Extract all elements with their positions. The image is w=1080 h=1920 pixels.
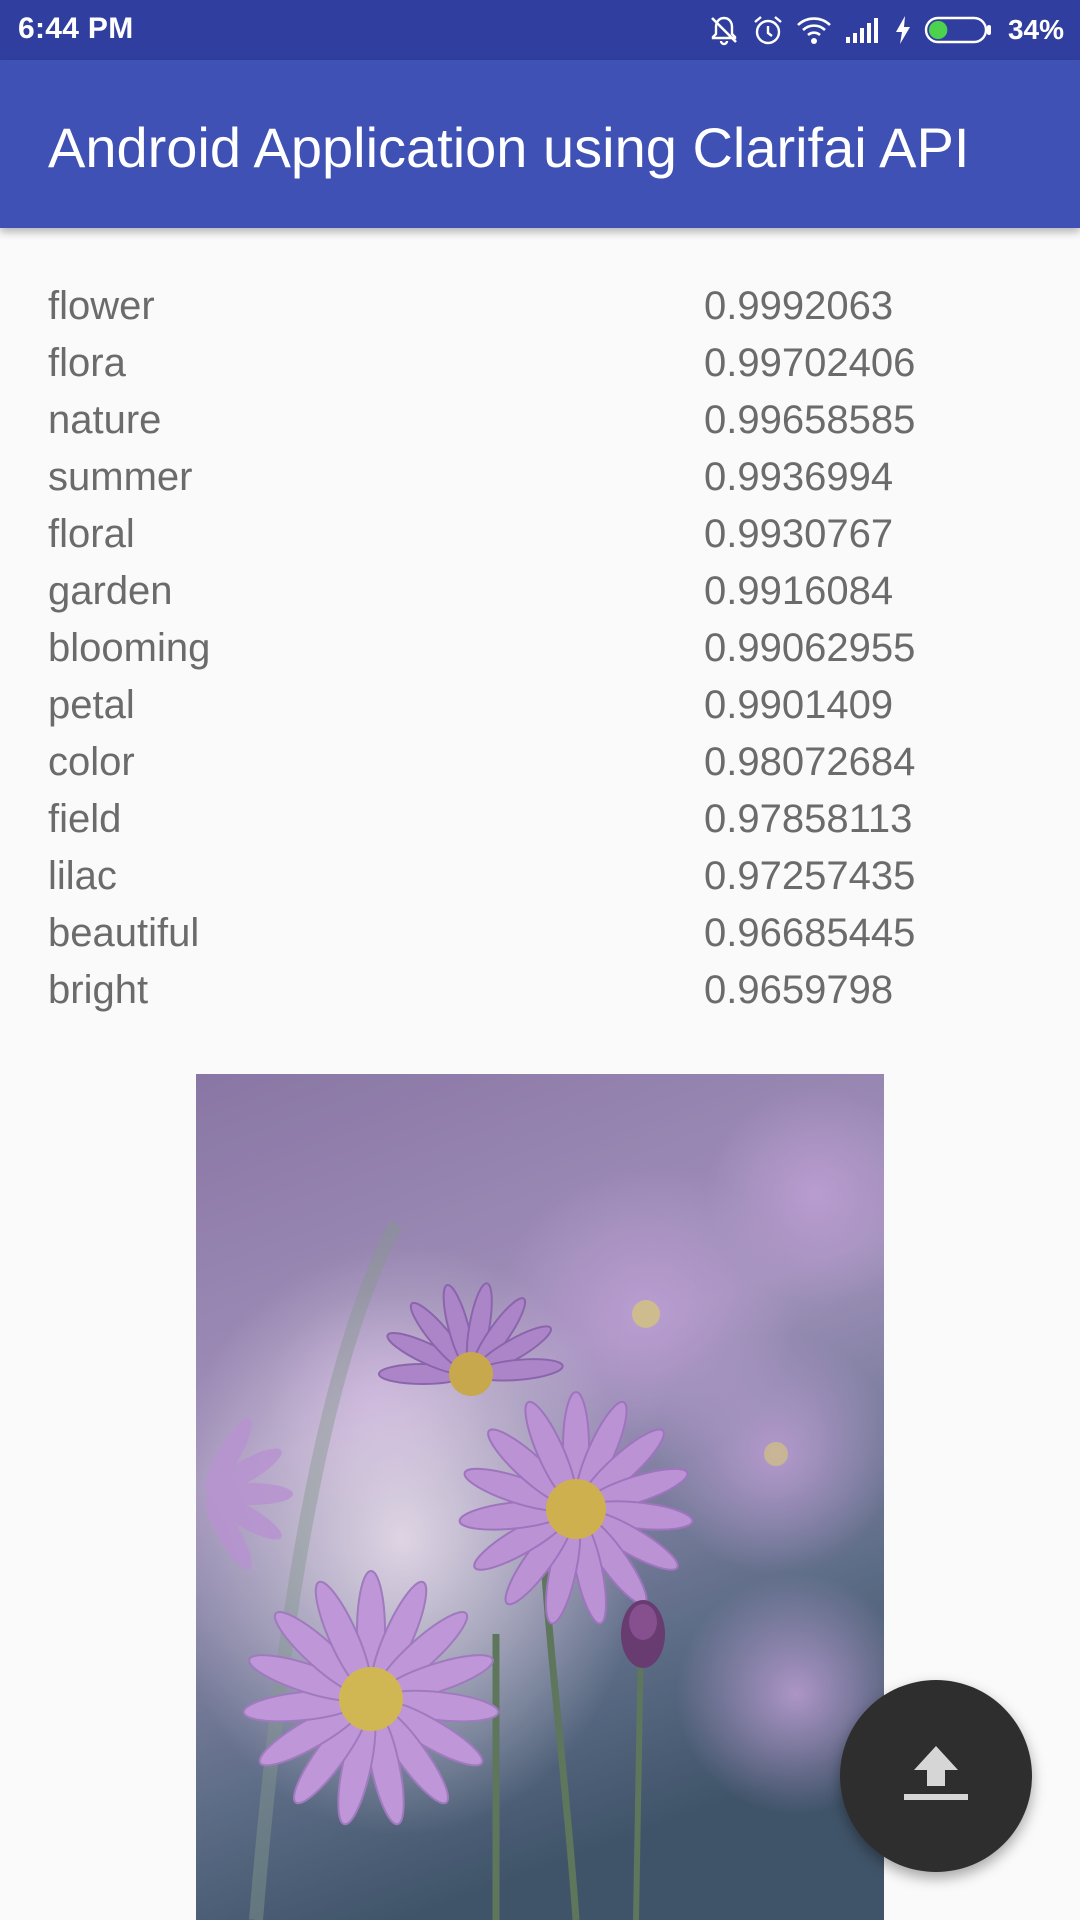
status-time: 6:44 PM: [18, 12, 134, 45]
flower-photo: [196, 1074, 884, 1920]
tag-confidence: 0.97257435: [704, 854, 916, 898]
tag-name: flora: [48, 341, 126, 385]
tag-name: nature: [48, 398, 162, 442]
tag-row: summer 0.9936994: [0, 449, 1080, 506]
tag-confidence: 0.99062955: [704, 626, 916, 670]
tag-name: blooming: [48, 626, 211, 670]
tag-confidence: 0.9930767: [704, 512, 894, 556]
tag-row: floral 0.9930767: [0, 506, 1080, 563]
tag-confidence: 0.9936994: [704, 455, 894, 499]
tag-confidence: 0.9659798: [704, 968, 894, 1012]
tag-confidence: 0.96685445: [704, 911, 916, 955]
tag-row: blooming 0.99062955: [0, 620, 1080, 677]
status-icons: 34%: [708, 10, 1064, 50]
tag-row: lilac 0.97257435: [0, 848, 1080, 905]
charging-icon: [894, 15, 912, 45]
tag-name: color: [48, 740, 135, 784]
tag-name: field: [48, 797, 122, 841]
tag-list: flower 0.9992063 flora 0.99702406 nature 0.…: [0, 278, 1080, 1019]
mute-icon: [708, 14, 740, 46]
tag-row: bright 0.9659798: [0, 962, 1080, 1019]
tag-confidence: 0.9992063: [704, 284, 894, 328]
upload-icon: [898, 1744, 974, 1809]
tag-name: summer: [48, 455, 193, 499]
app-title: Android Application using Clarifai API: [48, 116, 970, 179]
signal-icon: [844, 15, 882, 45]
tag-name: floral: [48, 512, 135, 556]
tag-confidence: 0.98072684: [704, 740, 916, 784]
battery-percent: 34%: [1007, 14, 1064, 45]
upload-button[interactable]: [840, 1680, 1032, 1872]
tag-name: lilac: [48, 854, 117, 898]
tag-name: petal: [48, 683, 135, 727]
status-bar: 6:44 PM 34%: [0, 0, 1080, 60]
tag-row: garden 0.9916084: [0, 563, 1080, 620]
tag-confidence: 0.9916084: [704, 569, 894, 613]
tag-name: garden: [48, 569, 173, 613]
tag-name: bright: [48, 968, 149, 1012]
tag-confidence: 0.9901409: [704, 683, 894, 727]
tag-row: petal 0.9901409: [0, 677, 1080, 734]
tag-row: beautiful 0.96685445: [0, 905, 1080, 962]
tag-row: field 0.97858113: [0, 791, 1080, 848]
tag-name: flower: [48, 284, 155, 328]
tag-confidence: 0.99702406: [704, 341, 916, 385]
alarm-icon: [752, 14, 784, 46]
battery-icon: [924, 15, 994, 45]
tag-confidence: 0.99658585: [704, 398, 916, 442]
tag-row: flora 0.99702406: [0, 335, 1080, 392]
wifi-icon: [796, 15, 832, 45]
tag-row: nature 0.99658585: [0, 392, 1080, 449]
tag-row: flower 0.9992063: [0, 278, 1080, 335]
tag-name: beautiful: [48, 911, 200, 955]
app-bar: Android Application using Clarifai API: [0, 60, 1080, 228]
tag-confidence: 0.97858113: [704, 797, 913, 841]
tag-row: color 0.98072684: [0, 734, 1080, 791]
